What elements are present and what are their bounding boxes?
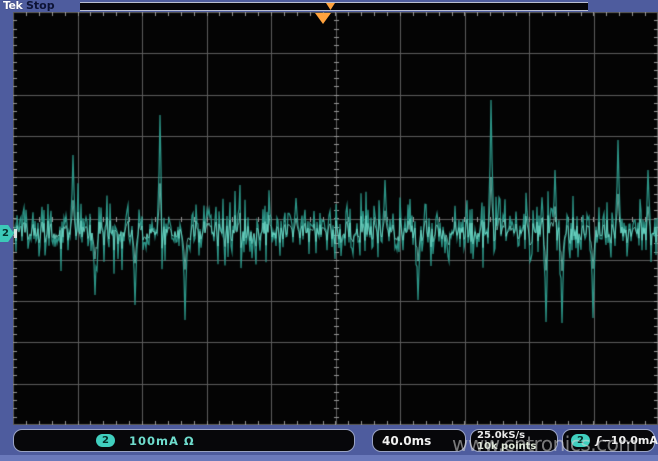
timebase-value: 40.0ms — [382, 434, 431, 448]
channel-2-position-marker: 2 — [0, 225, 14, 242]
record-view-bar — [80, 2, 588, 11]
channel-2-badge: 2 — [96, 434, 115, 447]
acquisition-status: Stop — [26, 0, 55, 12]
trigger-position-marker-icon — [326, 3, 335, 10]
watermark-text: www.cntronics.com — [452, 432, 637, 456]
trigger-top-arrow-icon — [315, 13, 331, 24]
channel-level-dash-icon — [14, 229, 17, 238]
graticule — [13, 12, 658, 425]
channel-scale-readout: 2 100mA Ω — [13, 429, 355, 452]
oscilloscope-screen: Tek Stop 2 2 100mA Ω 40.0ms 25.0kS/s 10k… — [0, 0, 658, 461]
channel-scale-value: 100mA Ω — [129, 434, 195, 448]
graticule-canvas — [13, 12, 658, 425]
tek-logo: Tek — [3, 0, 22, 12]
